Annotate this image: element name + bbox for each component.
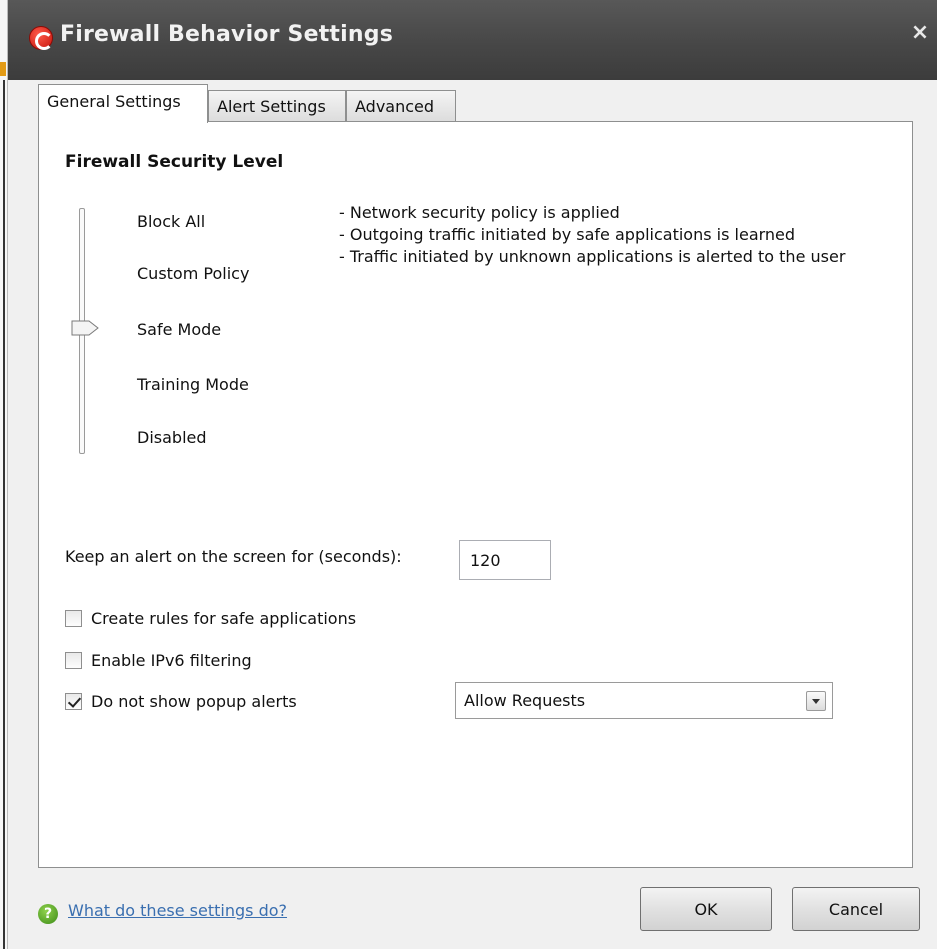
edge-line	[3, 80, 5, 949]
create-rules-label: Create rules for safe applications	[91, 609, 357, 628]
popup-action-select[interactable]: Allow Requests	[455, 682, 833, 719]
tab-general-settings[interactable]: General Settings	[38, 84, 208, 123]
window-edge	[0, 0, 8, 949]
help-link[interactable]: What do these settings do?	[68, 901, 287, 920]
tab-advanced[interactable]: Advanced	[346, 90, 456, 122]
window-title: Firewall Behavior Settings	[60, 22, 393, 47]
alert-duration-label: Keep an alert on the screen for (seconds…	[65, 547, 402, 566]
level-block-all[interactable]: Block All	[137, 212, 205, 231]
level-disabled[interactable]: Disabled	[137, 428, 207, 447]
title-bar: Firewall Behavior Settings ×	[8, 0, 937, 80]
level-description: - Network security policy is applied - O…	[339, 202, 859, 268]
ipv6-label: Enable IPv6 filtering	[91, 651, 252, 670]
description-line: - Outgoing traffic initiated by safe app…	[339, 225, 796, 244]
no-popup-label: Do not show popup alerts	[91, 692, 297, 711]
popup-action-value: Allow Requests	[464, 691, 586, 710]
cancel-button[interactable]: Cancel	[792, 887, 920, 931]
ipv6-option[interactable]: Enable IPv6 filtering	[65, 651, 252, 670]
create-rules-option[interactable]: Create rules for safe applications	[65, 609, 356, 628]
ipv6-checkbox[interactable]	[65, 652, 82, 669]
description-line: - Network security policy is applied	[339, 203, 620, 222]
close-button[interactable]: ×	[909, 22, 931, 44]
alert-duration-input[interactable]	[459, 540, 551, 580]
slider-thumb[interactable]	[71, 320, 99, 336]
create-rules-checkbox[interactable]	[65, 610, 82, 627]
security-level-heading: Firewall Security Level	[65, 152, 284, 172]
general-settings-panel: Firewall Security Level Block All Custom…	[38, 121, 913, 868]
level-training-mode[interactable]: Training Mode	[137, 375, 249, 394]
help-icon: ?	[38, 904, 58, 924]
level-safe-mode[interactable]: Safe Mode	[137, 320, 221, 339]
comodo-logo-icon	[29, 26, 53, 50]
chevron-down-icon[interactable]	[806, 691, 826, 711]
no-popup-option[interactable]: Do not show popup alerts	[65, 692, 297, 711]
no-popup-checkbox[interactable]	[65, 693, 82, 710]
ok-button[interactable]: OK	[640, 887, 772, 931]
edge-accent	[0, 62, 6, 76]
description-line: - Traffic initiated by unknown applicati…	[339, 247, 846, 266]
level-custom-policy[interactable]: Custom Policy	[137, 264, 249, 283]
tab-alert-settings[interactable]: Alert Settings	[208, 90, 346, 122]
